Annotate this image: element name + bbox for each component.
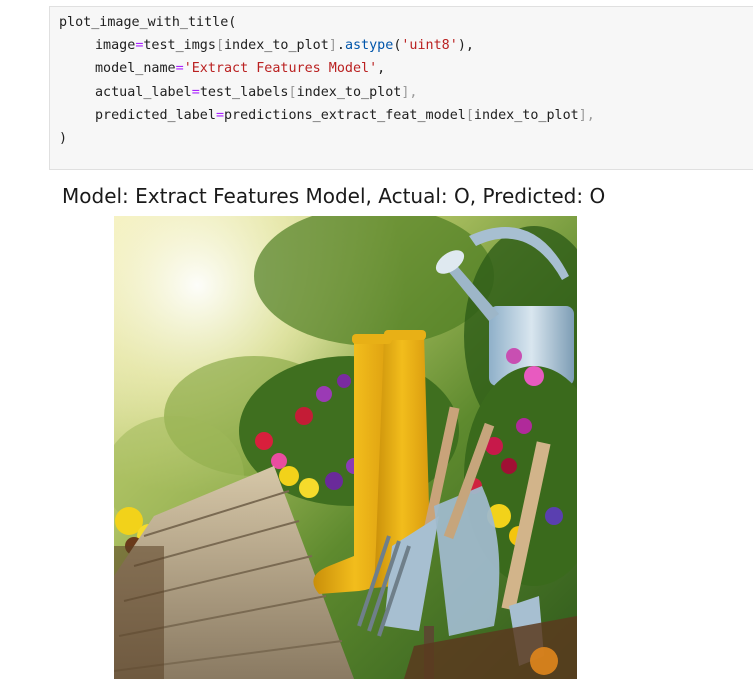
code-token: [: [288, 84, 297, 100]
code-token: predictions_extract_feat_model: [224, 107, 466, 123]
code-token: ],: [401, 84, 418, 100]
code-token: =: [215, 107, 224, 123]
code-token: model_name: [95, 61, 176, 77]
plot-title: Model: Extract Features Model, Actual: O…: [62, 184, 606, 208]
code-token: ),: [457, 38, 474, 54]
code-token: test_imgs: [143, 38, 216, 54]
code-line: image=test_imgs[index_to_plot].astype('u…: [59, 34, 595, 57]
code-line: predicted_label=predictions_extract_feat…: [59, 104, 595, 127]
code-token: ,: [377, 61, 386, 77]
code-token: ]: [328, 38, 337, 54]
code-token: 'uint8': [401, 38, 458, 54]
code-cell[interactable]: plot_image_with_title(image=test_imgs[in…: [49, 6, 753, 170]
code-token: [: [215, 38, 224, 54]
code-token: index_to_plot: [296, 84, 402, 100]
code-token: =: [175, 61, 184, 77]
code-token: test_labels: [199, 84, 289, 100]
code-token: index_to_plot: [224, 38, 329, 54]
code-token: predicted_label: [95, 107, 216, 123]
code-editor[interactable]: plot_image_with_title(image=test_imgs[in…: [59, 11, 595, 150]
code-token: ],: [578, 107, 595, 123]
code-token: =: [191, 84, 200, 100]
code-token: index_to_plot: [473, 107, 579, 123]
code-token: astype: [344, 38, 394, 54]
code-token: 'Extract Features Model': [183, 61, 378, 77]
code-token: image: [95, 38, 136, 54]
code-line: ): [59, 127, 595, 150]
code-line: actual_label=test_labels[index_to_plot],: [59, 81, 595, 104]
code-line: plot_image_with_title(: [59, 11, 595, 34]
code-token: ): [59, 130, 68, 146]
code-line: model_name='Extract Features Model',: [59, 57, 595, 80]
garden-photo: [114, 216, 577, 679]
code-token: [: [465, 107, 474, 123]
code-token: plot_image_with_title(: [59, 15, 237, 30]
output-image: [114, 216, 577, 679]
code-token: .: [336, 38, 345, 54]
code-token: actual_label: [95, 84, 192, 100]
